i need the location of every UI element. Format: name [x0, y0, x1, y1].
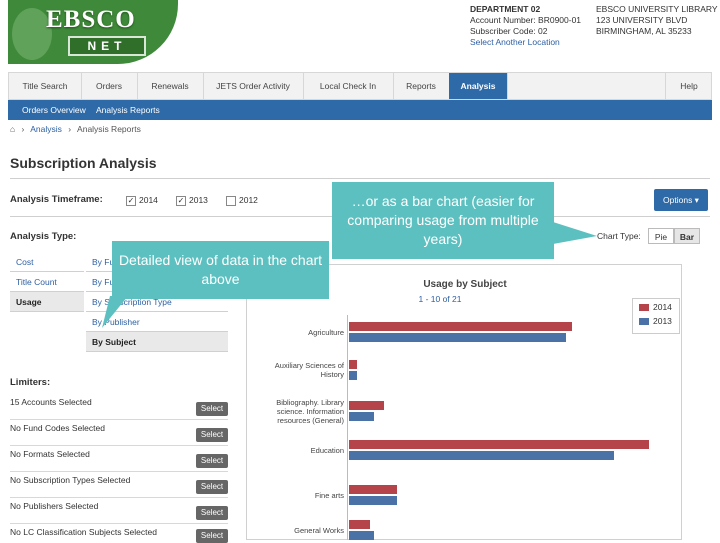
limiter-row: No Fund Codes Selected Select: [10, 419, 228, 446]
chart-type-pie-button[interactable]: Pie: [648, 228, 674, 244]
chart-title: Usage by Subject: [423, 279, 507, 290]
limiter-select-button[interactable]: Select: [196, 428, 228, 442]
bar-2013[interactable]: [349, 496, 397, 505]
breadcrumb-analysis-reports: Analysis Reports: [77, 124, 141, 134]
callout-bar-pointer: [553, 222, 597, 244]
limiter-text: No Publishers Selected: [10, 501, 99, 511]
subnav-orders-overview[interactable]: Orders Overview: [22, 100, 86, 120]
subscriber-code: Subscriber Code: 02: [470, 26, 548, 36]
logo-text-ebsco: EBSCO: [46, 6, 136, 33]
limiter-text: No Fund Codes Selected: [10, 423, 105, 433]
limiter-text: No LC Classification Subjects Selected: [10, 527, 157, 537]
chart-y-axis: [347, 315, 348, 540]
sub-nav: Orders Overview Analysis Reports: [8, 100, 712, 120]
library-name: EBSCO UNIVERSITY LIBRARY: [596, 4, 718, 14]
callout-detail-pointer: [102, 296, 128, 328]
checkbox-empty-icon: [226, 195, 236, 206]
callout-bar-chart: …or as a bar chart (easier for comparing…: [332, 182, 554, 259]
category-label: Agriculture: [308, 327, 344, 337]
options-button[interactable]: Options ▾: [654, 189, 708, 211]
limiter-row: No Formats Selected Select: [10, 445, 228, 472]
chart-type-label: Chart Type:: [597, 231, 641, 241]
callout-detail: Detailed view of data in the chart above: [112, 241, 329, 299]
year-2012-checkbox[interactable]: 2012: [226, 195, 258, 206]
page-title: Subscription Analysis: [10, 155, 157, 171]
breadcrumb: ⌂ › Analysis › Analysis Reports: [10, 124, 145, 134]
limiter-select-button[interactable]: Select: [196, 402, 228, 416]
chart-area: Agriculture Auxiliary Sciences of History B…: [248, 310, 718, 540]
bar-2013[interactable]: [349, 333, 566, 342]
analysis-type-label: Analysis Type:: [10, 231, 77, 242]
tab-orders[interactable]: Orders: [81, 73, 138, 99]
limiter-text: 15 Accounts Selected: [10, 397, 92, 407]
bar-2013[interactable]: [349, 371, 357, 380]
address-line-2: BIRMINGHAM, AL 35233: [596, 26, 692, 36]
chart-type-bar-button[interactable]: Bar: [674, 228, 700, 244]
home-icon[interactable]: ⌂: [10, 124, 15, 134]
chart-pagination[interactable]: 1 - 10 of 21: [380, 294, 500, 304]
analysis-type-usage[interactable]: Usage: [10, 292, 84, 312]
limiter-select-button[interactable]: Select: [196, 529, 228, 543]
tab-jets-order-activity[interactable]: JETS Order Activity: [203, 73, 304, 99]
limiter-row: No Subscription Types Selected Select: [10, 471, 228, 498]
limiter-select-button[interactable]: Select: [196, 480, 228, 494]
limiter-text: No Formats Selected: [10, 449, 90, 459]
bar-2014[interactable]: [349, 360, 357, 369]
category-label: Auxiliary Sciences of History: [274, 361, 344, 379]
select-location-link[interactable]: Select Another Location: [470, 37, 581, 48]
department-name: DEPARTMENT 02: [470, 4, 541, 14]
tab-local-check-in[interactable]: Local Check In: [303, 73, 394, 99]
limiter-row: No LC Classification Subjects Selected S…: [10, 523, 228, 543]
timeframe-label: Analysis Timeframe:: [10, 194, 103, 205]
address-line-1: 123 UNIVERSITY BLVD: [596, 15, 688, 25]
breadcrumb-analysis[interactable]: Analysis: [30, 124, 62, 134]
divider: [10, 178, 710, 179]
category-label: Education: [310, 445, 344, 455]
tab-renewals[interactable]: Renewals: [137, 73, 204, 99]
year-2013-checkbox[interactable]: ✓ 2013: [176, 195, 208, 206]
tab-title-search[interactable]: Title Search: [9, 73, 82, 99]
limiter-select-button[interactable]: Select: [196, 454, 228, 468]
limiter-row: No Publishers Selected Select: [10, 497, 228, 524]
logo-text-net: NET: [68, 36, 146, 56]
bar-2013[interactable]: [349, 412, 374, 421]
tab-reports[interactable]: Reports: [393, 73, 450, 99]
limiter-select-button[interactable]: Select: [196, 506, 228, 520]
subnav-analysis-reports[interactable]: Analysis Reports: [96, 100, 160, 120]
ebsco-net-logo[interactable]: EBSCO NET: [8, 0, 178, 64]
analysis-by-subject[interactable]: By Subject: [86, 332, 228, 352]
analysis-type-title-count[interactable]: Title Count: [10, 272, 84, 292]
category-label: Fine arts: [314, 490, 344, 500]
bar-2014[interactable]: [349, 401, 384, 410]
chevron-right-icon: ›: [68, 124, 72, 134]
analysis-type-cost[interactable]: Cost: [10, 252, 84, 272]
limiters-label: Limiters:: [10, 377, 51, 388]
bar-2014[interactable]: [349, 440, 649, 449]
bar-2014[interactable]: [349, 322, 572, 331]
year-2014-checkbox[interactable]: ✓ 2014: [126, 195, 158, 206]
library-address: EBSCO UNIVERSITY LIBRARY 123 UNIVERSITY …: [596, 4, 718, 37]
tab-help[interactable]: Help: [665, 73, 712, 99]
checkbox-checked-icon: ✓: [126, 195, 136, 206]
bar-2014[interactable]: [349, 520, 370, 529]
limiter-text: No Subscription Types Selected: [10, 475, 131, 485]
tab-analysis[interactable]: Analysis: [449, 73, 508, 99]
main-nav: Title Search Orders Renewals JETS Order …: [8, 72, 712, 100]
checkbox-checked-icon: ✓: [176, 195, 186, 206]
category-label: General Works: [294, 525, 344, 535]
chevron-right-icon: ›: [21, 124, 25, 134]
category-label: Bibliography. Library science. Informatio…: [276, 397, 344, 425]
bar-2013[interactable]: [349, 531, 374, 540]
limiter-row: 15 Accounts Selected Select: [10, 393, 228, 420]
bar-2013[interactable]: [349, 451, 614, 460]
bar-2014[interactable]: [349, 485, 397, 494]
account-info: DEPARTMENT 02 Account Number: BR0900-01 …: [470, 4, 581, 48]
account-number: Account Number: BR0900-01: [470, 15, 582, 25]
